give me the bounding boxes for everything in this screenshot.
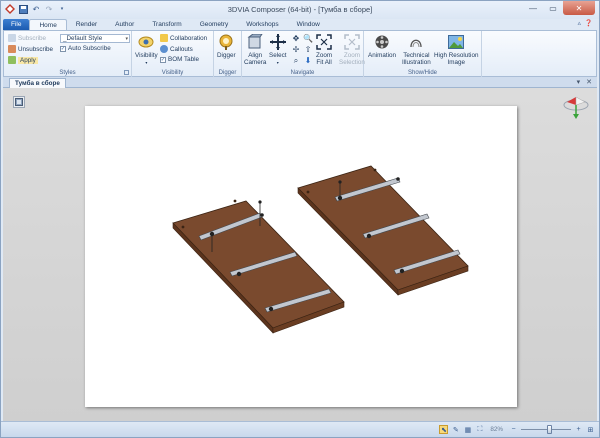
app-window: ↶ ↷ ▾ 3DVIA Composer (64-bit) - [Тумба в… [0,0,600,438]
animation-button[interactable]: Animation [368,34,396,59]
help-icon[interactable]: ❓ [585,19,593,27]
group-styles: Subscribe Unsubscribe Apply _Default Sty… [4,31,132,77]
chevron-down-icon: ▾ [276,60,279,65]
select-cross-icon [269,34,286,50]
high-resolution-image-button[interactable]: High Resolution Image [434,34,478,66]
align-camera-button[interactable]: Align Camera [244,34,266,66]
subscribe-button[interactable]: Subscribe [8,34,46,42]
group-showhide: Animation Technical Illustration High Re… [364,31,482,77]
chevron-down-icon: ▾ [145,60,148,65]
unsubscribe-icon [8,45,16,53]
group-label-visibility: Visibility [161,70,184,76]
select-mode-icon[interactable]: ⬉ [439,425,449,434]
pen-icon[interactable]: ✎ [451,425,460,434]
animation-icon [374,34,390,50]
technical-illustration-icon [408,34,424,50]
zoom-area-icon[interactable]: ⌕ [290,56,302,66]
style-select[interactable]: _Default Style ▾ [60,34,130,43]
apply-button[interactable]: Apply [8,56,38,64]
group-navigate: Align Camera Select ▾ ✥ 🔍 ✢ ⇧ ⌕ ⬇ Zoom F… [242,31,365,77]
zoom-selection-button[interactable]: Zoom Selection [339,34,365,66]
dialog-launcher-icon[interactable] [124,70,129,75]
checkbox-checked-icon: ✓ [60,45,66,52]
group-label-showhide: Show/Hide [407,70,437,76]
tab-window[interactable]: Window [288,19,329,30]
ribbon-minimize-icon[interactable]: ▵ [578,19,581,27]
high-resolution-image-icon [448,34,465,50]
fit-page-icon[interactable]: ⊞ [586,425,595,434]
tab-file[interactable]: File [3,19,30,30]
status-bar: ⬉ ✎ ▦ ⛶ 82% − + ⊞ [1,421,599,437]
checkbox-checked-icon: ✓ [160,56,166,63]
zoom-out-icon[interactable]: − [509,425,518,434]
minimize-button[interactable]: — [523,1,543,15]
zoom-selection-icon [344,34,360,50]
navigate-arrow-icon[interactable]: ⬇ [302,56,314,66]
zoom-level: 82% [490,426,503,433]
collaboration-icon [160,34,168,42]
unsubscribe-button[interactable]: Unsubscribe [8,45,53,53]
eye-icon [138,34,154,50]
viewport-mode-icon[interactable] [13,96,25,108]
ribbon-right-controls: ▵ ❓ [578,19,593,27]
model-illustration [172,165,469,334]
tab-author[interactable]: Author [106,19,143,30]
select-button[interactable]: Select ▾ [269,34,287,66]
title-bar: ↶ ↷ ▾ 3DVIA Composer (64-bit) - [Тумба в… [1,1,599,19]
tab-transform[interactable]: Transform [143,19,190,30]
close-document-icon[interactable]: ✕ [586,78,592,86]
grid-icon[interactable]: ▦ [463,425,472,434]
bom-table-checkbox[interactable]: ✓ BOM Table [160,56,199,63]
zoom-fit-all-button[interactable]: Zoom Fit All [316,34,332,66]
panel-left [172,199,345,334]
document-controls: ▾ ✕ [577,78,592,86]
ribbon-tabs: File Home Render Author Transform Geomet… [1,18,599,30]
status-controls: ⬉ ✎ ▦ ⛶ 82% − + ⊞ [439,425,595,434]
maximize-button[interactable]: ▭ [543,1,563,15]
zoom-icon[interactable]: 🔍 [302,34,314,43]
tab-geometry[interactable]: Geometry [191,19,238,30]
digger-icon [218,34,234,50]
technical-illustration-button[interactable]: Technical Illustration [402,34,431,66]
fly-icon[interactable]: ⇧ [302,45,314,54]
tab-workshops[interactable]: Workshops [237,19,287,30]
3d-viewport[interactable] [3,88,597,421]
tab-list-icon[interactable]: ▾ [577,78,581,86]
panel-right [297,165,469,296]
zoom-fit-icon [316,34,332,50]
tab-home[interactable]: Home [29,19,67,30]
frame-icon[interactable]: ⛶ [475,425,484,434]
pan-icon[interactable]: ✢ [290,45,302,54]
callouts-icon [160,45,168,53]
rotate-icon[interactable]: ✥ [290,34,302,43]
callouts-toggle[interactable]: Callouts [160,45,193,53]
chevron-down-icon: ▾ [125,36,128,42]
document-page [85,106,517,407]
group-label-navigate: Navigate [290,70,315,76]
apply-icon [8,56,16,64]
group-label-styles: Styles [59,70,76,76]
align-camera-icon [247,34,263,50]
auto-subscribe-checkbox[interactable]: ✓ Auto Subscribe [60,45,111,52]
nav-small-icons: ✥ 🔍 ✢ ⇧ ⌕ ⬇ [290,34,314,66]
window-controls: — ▭ ✕ [523,1,595,15]
visibility-button[interactable]: Visibility ▾ [135,34,158,66]
window-title: 3DVIA Composer (64-bit) - [Тумба в сборе… [227,5,373,14]
zoom-slider-thumb[interactable] [547,425,552,434]
navigation-compass[interactable] [561,94,591,124]
group-digger: Digger Digger [214,31,242,77]
group-label-digger: Digger [218,70,237,76]
zoom-slider[interactable] [521,425,571,434]
zoom-in-icon[interactable]: + [574,425,583,434]
compass-icon [563,96,589,119]
close-button[interactable]: ✕ [563,1,595,15]
document-tabs: Тумба в сборе ▾ ✕ [3,77,597,88]
document-tab[interactable]: Тумба в сборе [9,78,66,88]
collaboration-toggle[interactable]: Collaboration [160,34,207,42]
subscribe-icon [8,34,16,42]
ribbon-panel: Subscribe Unsubscribe Apply _Default Sty… [3,30,597,77]
group-visibility: Visibility ▾ Collaboration Callouts ✓ BO… [132,31,214,77]
tab-render[interactable]: Render [67,19,106,30]
digger-button[interactable]: Digger [217,34,236,59]
